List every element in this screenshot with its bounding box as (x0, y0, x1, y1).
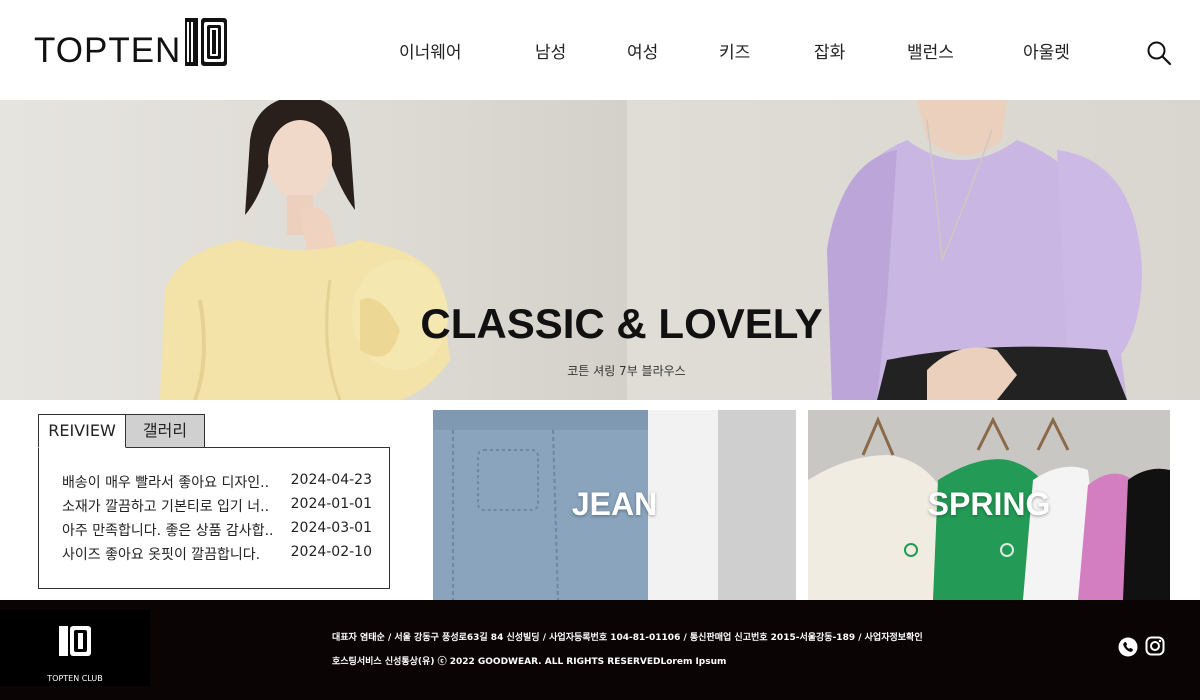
review-item[interactable]: 사이즈 좋아요 옷핏이 깔끔합니다. 2024-02-10 (62, 544, 372, 566)
hero-title: CLASSIC & LOVELY (420, 300, 823, 347)
review-text: 배송이 매우 빨라서 좋아요 디자인.. (62, 475, 270, 491)
nav-item-kids[interactable]: 키즈 (719, 38, 750, 63)
site-footer: TOPTEN CLUB (0, 600, 1200, 700)
hero-model-left-image (160, 100, 450, 400)
hero-banner[interactable]: CLASSIC & LOVELY 코튼 셔링 7부 블라우스 (0, 100, 1200, 400)
review-date: 2024-03-01 (290, 520, 372, 536)
hero-image-right (627, 100, 1200, 400)
copyright-text: 호스팅서비스 신성통상(유) ⓒ 2022 GOODWEAR. ALL RIGH… (332, 657, 727, 667)
nav-item-accessories[interactable]: 잡화 (814, 38, 845, 63)
instagram-icon[interactable] (1145, 636, 1165, 656)
review-list: 배송이 매우 빨라서 좋아요 디자인.. 2024-04-23 소재가 깔끔하고… (38, 447, 390, 589)
category-card-jean[interactable]: JEAN (433, 410, 796, 600)
card-label-jean: JEAN (571, 486, 658, 522)
main-nav: 이너웨어 남성 여성 키즈 잡화 밸런스 아울렛 (0, 38, 1200, 64)
review-date: 2024-01-01 (290, 496, 372, 512)
tab-review[interactable]: REIVIEW (38, 414, 126, 448)
nav-item-women[interactable]: 여성 (627, 38, 658, 63)
footer-logo-text: TOPTEN CLUB (47, 674, 103, 683)
review-date: 2024-02-10 (290, 544, 372, 560)
review-item[interactable]: 소재가 깔끔하고 기본티로 입기 너.. 2024-01-01 (62, 496, 372, 518)
phone-icon[interactable] (1118, 637, 1138, 657)
review-text: 아주 만족합니다. 좋은 상품 감사합.. (62, 523, 274, 539)
hero-image-left (0, 100, 627, 400)
search-icon[interactable] (1146, 40, 1172, 66)
footer-logo[interactable]: TOPTEN CLUB (0, 610, 150, 686)
tab-gallery[interactable]: 갤러리 (125, 414, 205, 448)
hero-subtitle: 코튼 셔링 7부 블라우스 (567, 364, 686, 378)
review-item[interactable]: 아주 만족합니다. 좋은 상품 감사합.. 2024-03-01 (62, 520, 372, 542)
company-info: 대표자 염태순 / 서울 강동구 풍성로63길 84 신성빌딩 / 사업자등록번… (332, 633, 923, 643)
nav-item-outlet[interactable]: 아울렛 (1023, 38, 1070, 63)
review-item[interactable]: 배송이 매우 빨라서 좋아요 디자인.. 2024-04-23 (62, 472, 372, 494)
review-text: 사이즈 좋아요 옷핏이 깔끔합니다. (62, 547, 261, 563)
hero-model-right-image (827, 100, 1142, 400)
nav-item-balance[interactable]: 밸런스 (907, 38, 954, 63)
review-text: 소재가 깔끔하고 기본티로 입기 너.. (62, 499, 270, 515)
card-label-spring: SPRING (927, 486, 1051, 522)
nav-item-men[interactable]: 남성 (535, 38, 566, 63)
review-date: 2024-04-23 (290, 472, 372, 488)
site-header: TOPTEN 이너웨어 남성 여성 키즈 잡화 밸런스 아울렛 (0, 0, 1200, 100)
footer-brand-mark-icon (59, 626, 91, 656)
category-card-spring[interactable]: SPRING (808, 410, 1170, 600)
nav-item-innerwear[interactable]: 이너웨어 (399, 38, 462, 63)
